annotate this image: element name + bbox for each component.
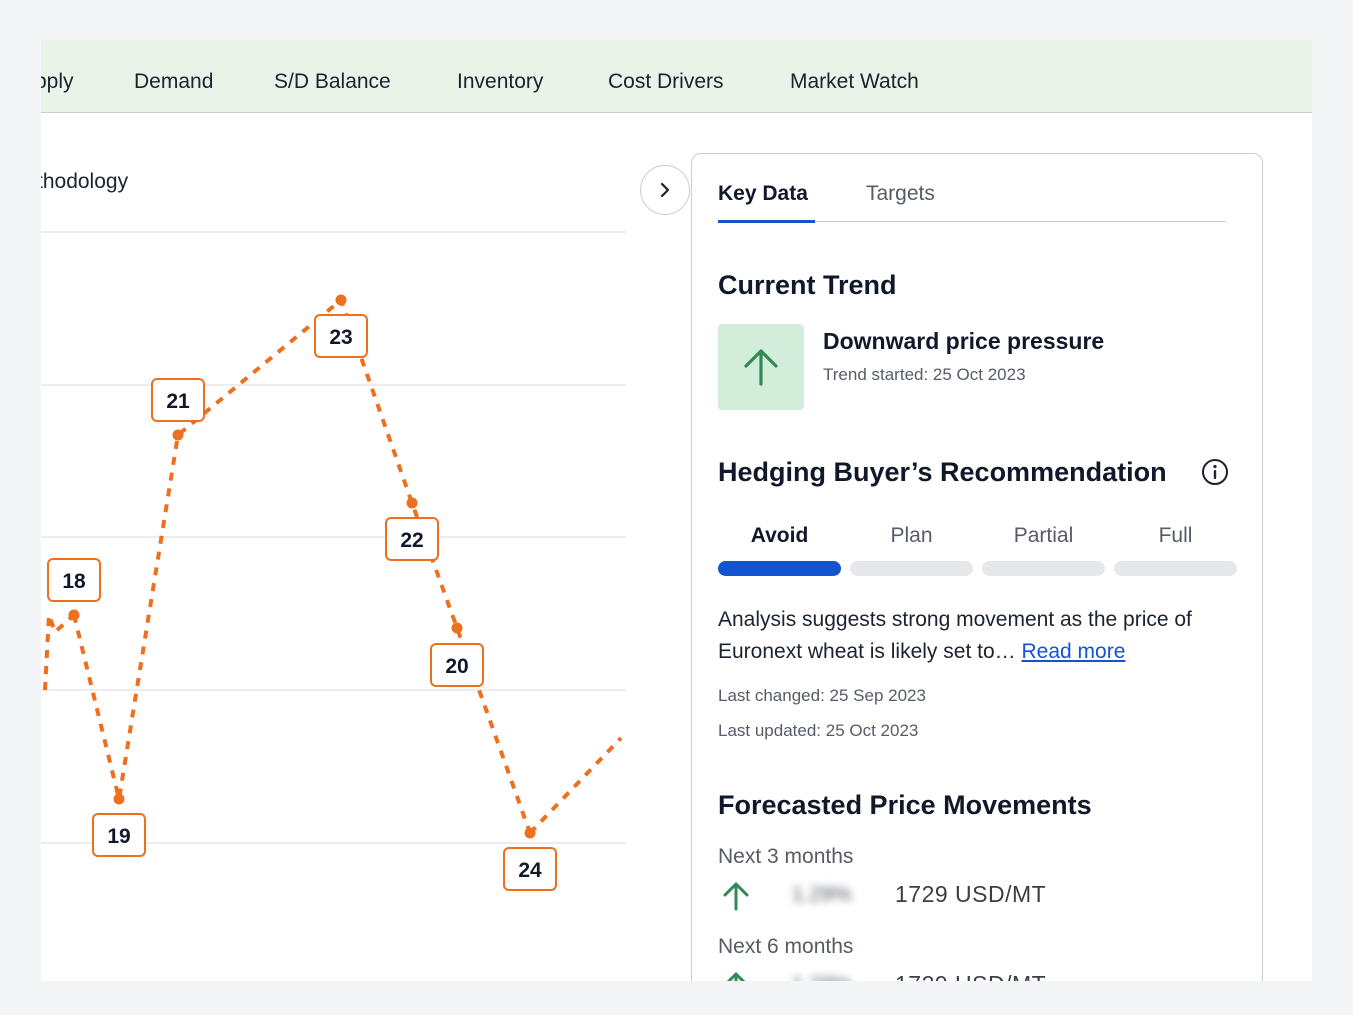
data-label: 20: [430, 643, 484, 687]
trend-icon-box: [718, 324, 804, 410]
data-label-text: 22: [400, 529, 423, 552]
series-points: [68, 294, 536, 839]
chevron-right-icon: [660, 182, 670, 198]
series-line-tail: [528, 736, 623, 835]
data-label-text: 18: [62, 570, 86, 593]
forecast-heading: Forecasted Price Movements: [718, 790, 1092, 820]
data-point[interactable]: [68, 609, 80, 621]
top-nav: pply Demand S/D Balance Inventory Cost D…: [41, 40, 1312, 113]
data-label: 22: [385, 517, 439, 561]
forecast-pct-blurred: 1.29%: [792, 973, 852, 981]
series-line-lead: [43, 613, 76, 691]
nav-sd-balance[interactable]: S/D Balance: [274, 70, 391, 94]
data-label-text: 24: [518, 859, 542, 882]
tab-targets[interactable]: Targets: [866, 182, 935, 206]
forecast-period-label: Next 6 months: [718, 935, 854, 958]
data-label-text: 19: [107, 825, 130, 848]
trend-title: Downward price pressure: [823, 328, 1105, 354]
data-label: 19: [92, 813, 146, 857]
active-tab-indicator: [718, 220, 815, 223]
segment-avoid-label[interactable]: Avoid: [718, 524, 841, 548]
data-point[interactable]: [335, 294, 347, 306]
forecast-period-label: Next 3 months: [718, 845, 854, 868]
read-more-link[interactable]: Read more: [1021, 640, 1125, 663]
data-point[interactable]: [172, 429, 184, 441]
last-updated: Last updated: 25 Oct 2023: [718, 721, 919, 740]
data-point[interactable]: [451, 622, 463, 634]
nav-demand[interactable]: Demand: [134, 70, 213, 94]
nav-cost-drivers[interactable]: Cost Drivers: [608, 70, 724, 94]
current-trend-heading: Current Trend: [718, 270, 897, 300]
data-label: 18: [47, 558, 101, 602]
nav-market-watch[interactable]: Market Watch: [790, 70, 919, 94]
segment-plan-label[interactable]: Plan: [850, 524, 973, 548]
collapse-panel-button[interactable]: [640, 165, 690, 215]
arrow-up-icon: [744, 349, 778, 386]
segment-avoid-bar: [718, 561, 841, 576]
forecast-price: 1729 USD/MT: [895, 971, 1046, 981]
arrow-up-icon: [726, 972, 746, 981]
segment-partial-label[interactable]: Partial: [982, 524, 1105, 548]
data-label: 23: [314, 314, 368, 358]
info-icon[interactable]: [1201, 458, 1229, 486]
app-frame: pply Demand S/D Balance Inventory Cost D…: [41, 40, 1312, 981]
price-chart: 18 19 21 23 22 20 24: [41, 231, 626, 891]
segment-partial-bar: [982, 561, 1105, 576]
data-label: 24: [503, 847, 557, 891]
data-label-text: 21: [166, 390, 190, 413]
methodology-link[interactable]: thodology: [41, 170, 128, 194]
analysis-text: Analysis suggests strong movement as the…: [718, 604, 1238, 668]
key-data-panel: Key Data Targets Current Trend Downward …: [691, 153, 1263, 981]
data-label-text: 23: [329, 326, 352, 349]
segment-full-bar: [1114, 561, 1237, 576]
data-label-text: 20: [445, 655, 468, 678]
forecast-price: 1729 USD/MT: [895, 881, 1047, 907]
segment-full-label[interactable]: Full: [1114, 524, 1237, 548]
nav-inventory[interactable]: Inventory: [457, 70, 543, 94]
hedging-heading: Hedging Buyer’s Recommendation: [718, 457, 1167, 487]
segment-plan-bar: [850, 561, 973, 576]
series-line: [72, 298, 532, 834]
data-labels: 18 19 21 23 22 20 24: [47, 314, 557, 891]
tab-key-data[interactable]: Key Data: [718, 182, 808, 206]
last-changed: Last changed: 25 Sep 2023: [718, 686, 926, 705]
trend-started: Trend started: 25 Oct 2023: [823, 365, 1026, 384]
data-point[interactable]: [113, 793, 125, 805]
data-point[interactable]: [406, 497, 418, 509]
arrow-up-icon: [723, 882, 749, 911]
series-line: [43, 298, 623, 835]
nav-supply[interactable]: pply: [41, 70, 74, 94]
forecast-pct-blurred: 1.29%: [792, 883, 852, 906]
data-label: 21: [151, 378, 205, 422]
data-point[interactable]: [524, 827, 536, 839]
